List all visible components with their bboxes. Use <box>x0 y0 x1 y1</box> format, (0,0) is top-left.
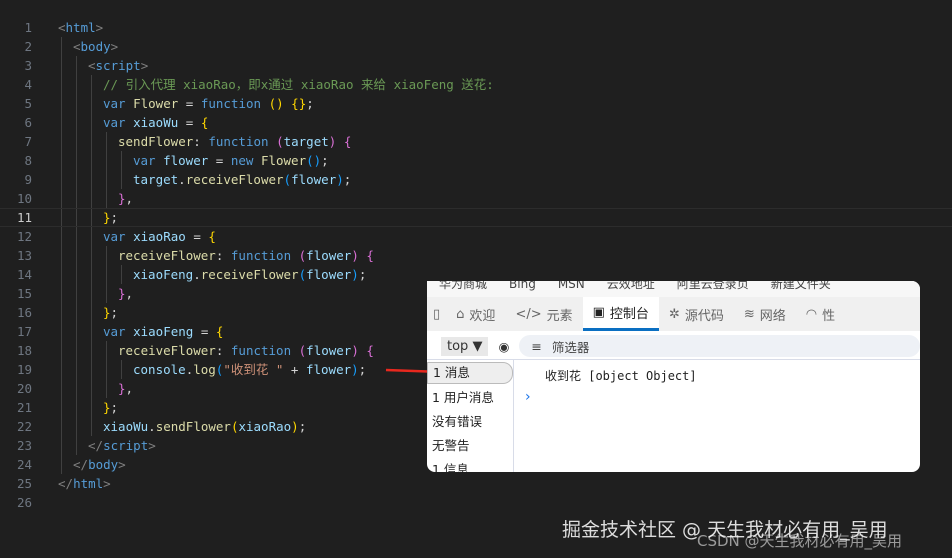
bookmark-item[interactable]: 阿里云登录页 <box>677 281 749 297</box>
bookmark-item[interactable]: 云效地址 <box>607 281 655 297</box>
tab-label: 源代码 <box>684 308 724 324</box>
home-icon: ⌂ <box>456 306 465 322</box>
filter-icon: ≡ <box>531 338 542 354</box>
console-toolbar: top ▼ ◉ ≡ 筛选器 <box>427 333 920 360</box>
wifi-icon: ≋ <box>743 306 755 322</box>
bookmark-item[interactable]: Bing <box>509 281 536 297</box>
tab-welcome[interactable]: ⌂ 欢迎 <box>446 297 505 331</box>
sidebar-filter-item[interactable]: 1 用户消息 <box>427 386 513 410</box>
console-icon: ▣ <box>592 305 605 320</box>
eye-icon[interactable]: ◉ <box>498 339 509 354</box>
context-value: top <box>447 338 469 354</box>
sidebar-filter-item[interactable]: 1 信息 <box>427 458 513 472</box>
gauge-icon: ◠ <box>805 306 818 322</box>
console-sidebar: 1 消息 1 用户消息 没有错误 无警告 1 信息 <box>427 360 514 472</box>
devtools-tabs: ▯ ⌂ 欢迎 </> 元素 ▣ 控制台 ✲ 源代码 ≋ 网络 ◠ 性 <box>427 297 920 331</box>
console-log-message: 收到花 [object Object] <box>545 369 697 383</box>
filter-input[interactable]: ≡ 筛选器 <box>519 335 920 357</box>
sidebar-filter-item[interactable]: 无警告 <box>427 434 513 458</box>
bookmark-item[interactable]: 华为商城 <box>439 281 487 297</box>
toggle-drawer-button[interactable]: ▯ <box>427 297 446 331</box>
sidebar-panel-icon: ▯ <box>433 306 441 322</box>
bookmark-item[interactable]: MSN <box>558 281 585 297</box>
filter-placeholder: 筛选器 <box>551 339 590 355</box>
code-icon: </> <box>515 306 542 322</box>
tab-sources[interactable]: ✲ 源代码 <box>659 297 734 331</box>
tab-console[interactable]: ▣ 控制台 <box>582 297 659 331</box>
console-prompt[interactable]: › <box>525 389 531 405</box>
tab-network[interactable]: ≋ 网络 <box>734 297 796 331</box>
devtools-panel: 华为商城 Bing MSN 云效地址 阿里云登录页 新建文件夹 ▯ ⌂ 欢迎 </> 元素 ▣… <box>427 281 920 472</box>
annotation-arrow <box>385 368 540 382</box>
tab-label: 性 <box>822 308 836 324</box>
context-select[interactable]: top ▼ <box>441 336 489 356</box>
tab-performance[interactable]: ◠ 性 <box>796 297 845 331</box>
sidebar-filter-item[interactable]: 1 消息 <box>427 362 513 384</box>
tab-label: 控制台 <box>609 307 649 322</box>
bookmark-item[interactable]: 新建文件夹 <box>771 281 831 297</box>
tab-label: 网络 <box>759 308 786 324</box>
tab-label: 元素 <box>546 308 573 324</box>
sidebar-filter-item[interactable]: 没有错误 <box>427 410 513 434</box>
bookmarks-bar: 华为商城 Bing MSN 云效地址 阿里云登录页 新建文件夹 <box>427 281 920 297</box>
watermark-csdn: CSDN @天生我材必有用_吴用 <box>697 532 903 550</box>
tab-elements[interactable]: </> 元素 <box>505 297 582 331</box>
bug-icon: ✲ <box>668 306 680 322</box>
caret-down-icon: ▼ <box>472 338 483 354</box>
tab-label: 欢迎 <box>469 308 496 324</box>
